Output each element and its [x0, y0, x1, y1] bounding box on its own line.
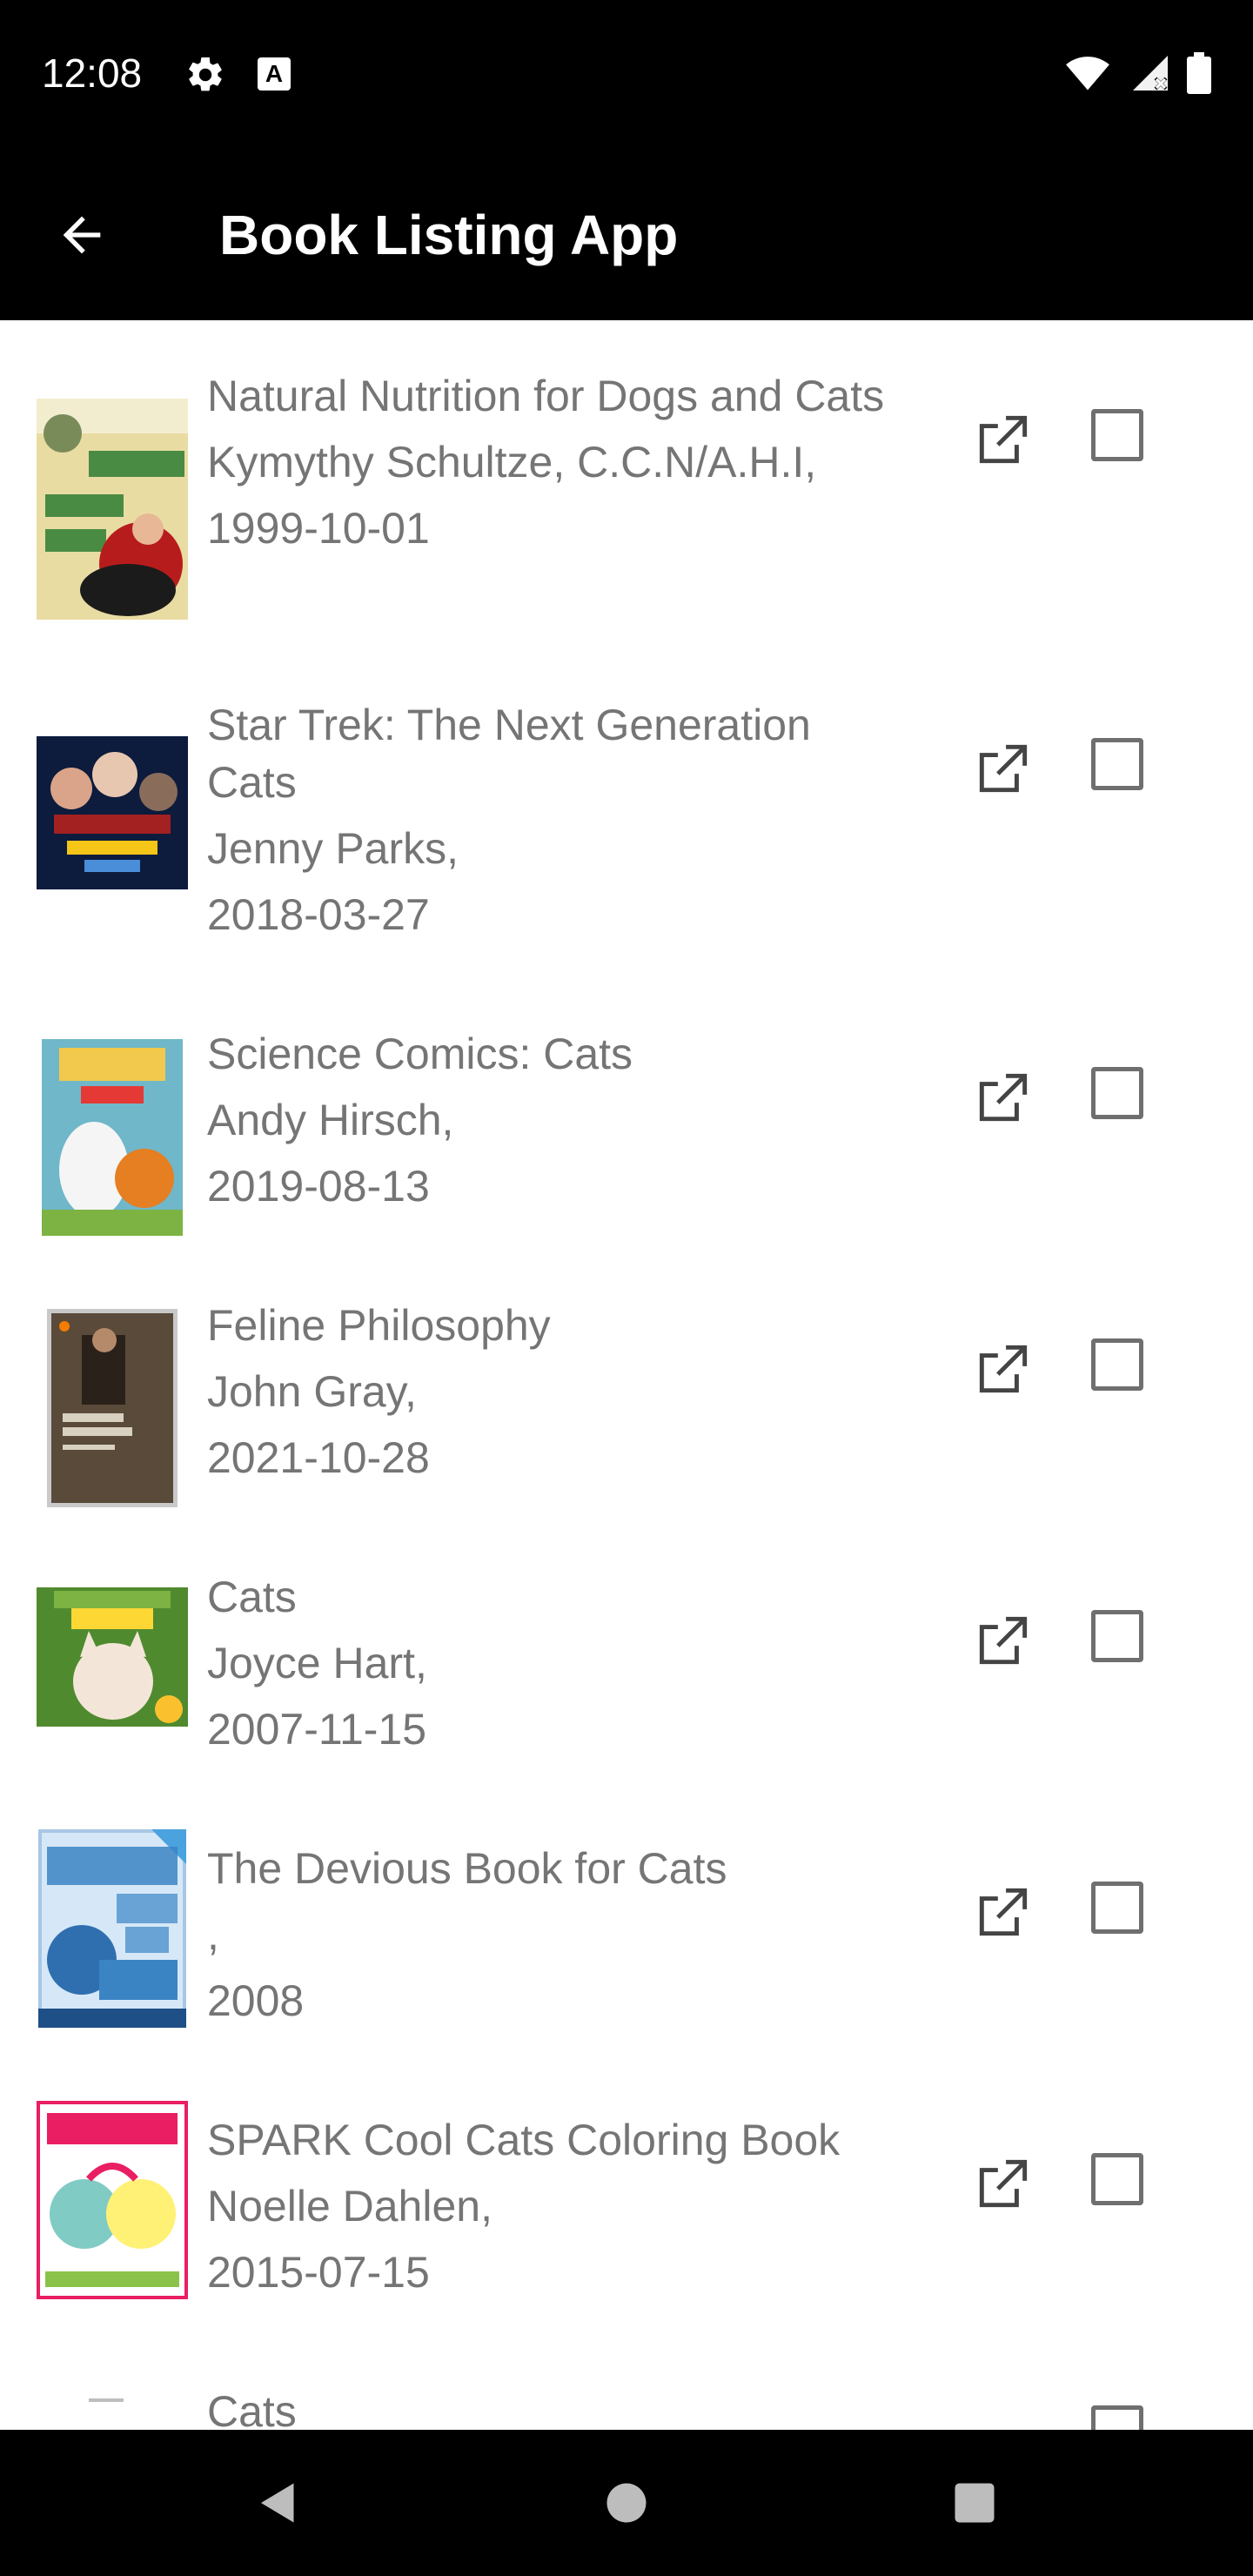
nav-back-icon[interactable]	[245, 2470, 312, 2536]
book-text: SPARK Cool Cats Coloring Book Noelle Dah…	[207, 2111, 903, 2301]
book-date: 2019-08-13	[207, 1162, 430, 1211]
book-title: The Devious Book for Cats	[207, 1844, 727, 1893]
open-external-icon[interactable]	[971, 736, 1035, 801]
nav-recents-icon[interactable]	[941, 2470, 1008, 2536]
navigation-bar	[0, 2430, 1253, 2576]
screen: 12:08 A Book Listing App Natural Nutriti…	[0, 0, 1253, 2576]
book-cover-image	[37, 2397, 188, 2430]
book-cover-image	[37, 2101, 188, 2299]
book-title: Cats	[207, 1573, 297, 1621]
book-checkbox[interactable]	[1091, 738, 1143, 790]
back-arrow-icon[interactable]	[49, 202, 115, 268]
book-cover-image	[38, 1829, 186, 2028]
status-time: 12:08	[42, 50, 143, 96]
book-checkbox[interactable]	[1091, 2405, 1143, 2430]
book-author: Jenny Parks,	[207, 824, 459, 873]
book-author: Andy Hirsch,	[207, 1096, 454, 1144]
open-external-icon[interactable]	[971, 1608, 1035, 1673]
book-checkbox[interactable]	[1091, 1610, 1143, 1662]
book-row[interactable]: The Devious Book for Cats , 2008	[0, 1819, 1253, 2076]
book-author: Kymythy Schultze, C.C.N/A.H.I,	[207, 438, 817, 486]
book-checkbox[interactable]	[1091, 409, 1143, 461]
book-cover-image	[47, 1309, 178, 1507]
book-author: Noelle Dahlen,	[207, 2182, 492, 2231]
book-row[interactable]: Science Comics: Cats Andy Hirsch, 2019-0…	[0, 1004, 1253, 1262]
book-text: Star Trek: The Next Generation Cats Jenn…	[207, 696, 903, 943]
book-checkbox[interactable]	[1091, 2153, 1143, 2205]
signal-icon	[1129, 52, 1171, 98]
app-bar: Book Listing App	[0, 150, 1253, 320]
book-title: Feline Philosophy	[207, 1301, 551, 1350]
status-bar: 12:08 A	[0, 0, 1253, 150]
book-date: 2021-10-28	[207, 1433, 430, 1482]
book-list[interactable]: Natural Nutrition for Dogs and Cats Kymy…	[0, 320, 1253, 2430]
book-author: John Gray,	[207, 1367, 417, 1416]
app-title: Book Listing App	[219, 204, 679, 266]
battery-icon	[1187, 51, 1211, 99]
open-external-icon[interactable]	[971, 1337, 1035, 1401]
book-row[interactable]: Natural Nutrition for Dogs and Cats Kymy…	[0, 346, 1253, 660]
book-cover-image	[37, 736, 188, 889]
open-external-icon[interactable]	[971, 1065, 1035, 1130]
open-external-icon[interactable]	[971, 2151, 1035, 2216]
book-title: SPARK Cool Cats Coloring Book	[207, 2116, 841, 2164]
book-row[interactable]: Feline Philosophy John Gray, 2021-10-28	[0, 1276, 1253, 1533]
book-row[interactable]: Cats Joyce Hart, 2007-11-15	[0, 1547, 1253, 1805]
book-title: Star Trek: The Next Generation Cats	[207, 701, 811, 807]
book-title: Cats	[207, 2387, 297, 2430]
book-author: ,	[207, 1910, 219, 1959]
book-cover-image	[37, 399, 188, 620]
open-external-icon[interactable]	[971, 407, 1035, 472]
open-external-icon[interactable]	[971, 1880, 1035, 1944]
book-text: Science Comics: Cats Andy Hirsch, 2019-0…	[207, 1025, 903, 1215]
book-text: The Devious Book for Cats , 2008	[207, 1840, 903, 2029]
book-checkbox[interactable]	[1091, 1882, 1143, 1934]
book-date: 2007-11-15	[207, 1705, 427, 1754]
book-title: Science Comics: Cats	[207, 1030, 633, 1078]
book-text: Cats	[207, 2383, 903, 2430]
book-cover-image	[37, 1587, 188, 1727]
nav-home-icon[interactable]	[593, 2470, 660, 2536]
book-title: Natural Nutrition for Dogs and Cats	[207, 372, 885, 420]
book-cover-image	[42, 1039, 183, 1236]
a-notification-icon: A	[258, 57, 291, 91]
book-author: Joyce Hart,	[207, 1639, 427, 1687]
wifi-icon	[1062, 50, 1114, 100]
book-row[interactable]: Star Trek: The Next Generation Cats Jenn…	[0, 675, 1253, 989]
book-text: Natural Nutrition for Dogs and Cats Kymy…	[207, 367, 903, 557]
book-text: Feline Philosophy John Gray, 2021-10-28	[207, 1297, 903, 1486]
book-date: 2015-07-15	[207, 2248, 430, 2297]
book-date: 2008	[207, 1976, 305, 2025]
book-row[interactable]: SPARK Cool Cats Coloring Book Noelle Dah…	[0, 2090, 1253, 2348]
book-text: Cats Joyce Hart, 2007-11-15	[207, 1568, 903, 1758]
book-date: 1999-10-01	[207, 504, 430, 553]
book-date: 2018-03-27	[207, 890, 430, 939]
book-checkbox[interactable]	[1091, 1067, 1143, 1119]
status-right-icons	[1062, 50, 1211, 100]
book-checkbox[interactable]	[1091, 1338, 1143, 1391]
open-external-icon[interactable]	[971, 2423, 1035, 2430]
book-row[interactable]: Cats	[0, 2362, 1253, 2430]
gear-icon	[184, 54, 226, 96]
